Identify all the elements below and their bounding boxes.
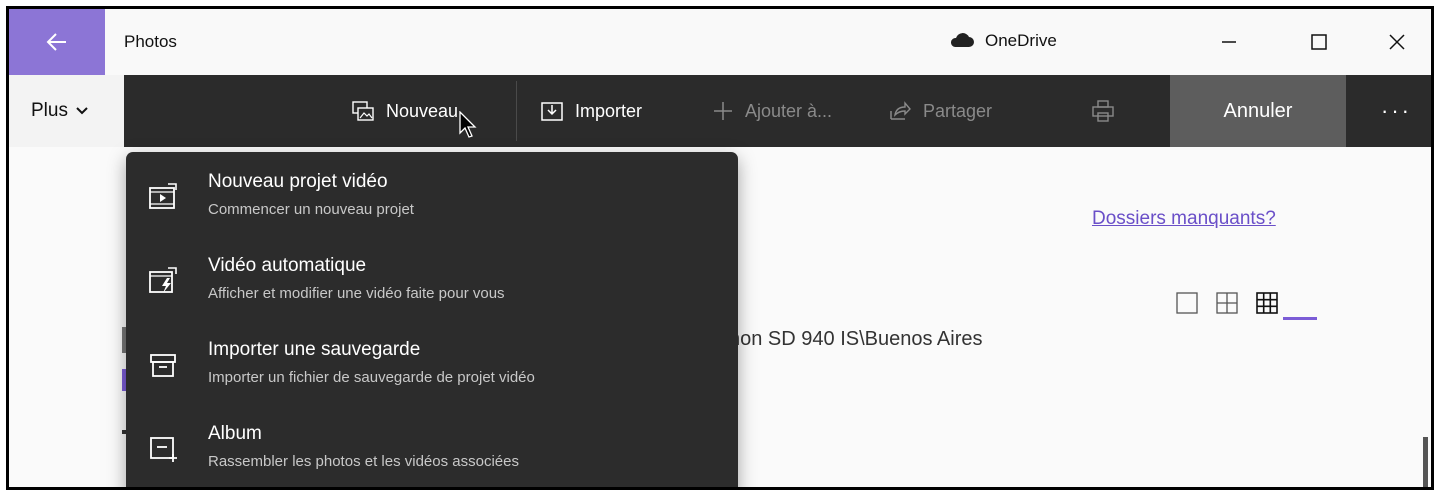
mouse-cursor-icon	[459, 111, 477, 139]
album-add-icon	[148, 434, 178, 464]
vertical-scrollbar[interactable]	[1423, 437, 1428, 487]
cloud-icon	[949, 33, 975, 49]
add-to-button[interactable]: Ajouter à...	[713, 75, 832, 147]
medium-view-icon[interactable]	[1216, 292, 1238, 314]
menu-item-album[interactable]: Album Rassembler les photos et les vidéo…	[126, 404, 738, 487]
back-arrow-icon	[46, 32, 68, 52]
menu-item-auto-video[interactable]: Vidéo automatique Afficher et modifier u…	[126, 236, 738, 320]
nouveau-label: Nouveau	[386, 100, 459, 121]
view-size-switcher	[1176, 292, 1278, 314]
new-media-icon	[352, 101, 374, 121]
title-bar: Photos OneDrive	[9, 9, 1431, 75]
command-bar: Plus Nouveau Importer Ajouter à... Parta…	[9, 75, 1431, 147]
archive-box-icon	[148, 350, 178, 380]
small-view-icon[interactable]	[1256, 292, 1278, 314]
large-view-icon[interactable]	[1176, 292, 1198, 314]
importer-label: Importer	[575, 100, 643, 121]
menu-item-title: Importer une sauvegarde	[208, 339, 421, 360]
menu-item-title: Nouveau projet vidéo	[208, 171, 388, 192]
menu-item-title: Album	[208, 423, 262, 444]
share-label: Partager	[923, 100, 993, 121]
add-to-label: Ajouter à...	[745, 100, 833, 121]
maximize-icon	[1310, 33, 1328, 51]
menu-item-subtitle: Afficher et modifier une vidéo faite pou…	[208, 285, 505, 302]
app-title: Photos	[124, 32, 177, 51]
close-icon	[1388, 33, 1406, 51]
nouveau-menu: Nouveau projet vidéo Commencer un nouvea…	[126, 152, 738, 487]
nouveau-button[interactable]: Nouveau	[352, 75, 458, 147]
menu-item-subtitle: Commencer un nouveau projet	[208, 201, 414, 218]
plus-label: Plus	[31, 100, 68, 121]
menu-item-subtitle: Importer un fichier de sauvegarde de pro…	[208, 369, 535, 386]
folder-path: non SD 940 IS\Buenos Aires	[729, 328, 983, 350]
menu-item-title: Vidéo automatique	[208, 255, 367, 276]
more-options-button[interactable]: ···	[1359, 75, 1431, 147]
video-project-icon	[148, 182, 178, 212]
chevron-down-icon	[76, 107, 88, 115]
close-button[interactable]	[1357, 9, 1431, 75]
minimize-icon	[1220, 33, 1238, 51]
share-button[interactable]: Partager	[889, 75, 992, 147]
importer-button[interactable]: Importer	[541, 75, 642, 147]
back-button[interactable]	[9, 9, 105, 75]
plus-icon	[713, 101, 733, 121]
plus-dropdown[interactable]: Plus	[9, 75, 124, 147]
share-icon	[889, 101, 911, 121]
onedrive-status[interactable]: OneDrive	[949, 31, 1057, 51]
active-view-indicator	[1283, 317, 1317, 320]
cancel-button[interactable]: Annuler	[1170, 75, 1346, 147]
toolbar-divider	[516, 81, 517, 141]
import-icon	[541, 101, 563, 121]
onedrive-label: OneDrive	[985, 31, 1057, 50]
missing-folders-link[interactable]: Dossiers manquants?	[1092, 208, 1276, 230]
minimize-button[interactable]	[1189, 9, 1269, 75]
menu-item-new-video-project[interactable]: Nouveau projet vidéo Commencer un nouvea…	[126, 152, 738, 236]
menu-item-import-backup[interactable]: Importer une sauvegarde Importer un fich…	[126, 320, 738, 404]
maximize-button[interactable]	[1279, 9, 1359, 75]
print-button[interactable]	[1092, 75, 1114, 147]
app-window: Photos OneDrive Plus Nouveau Importer Aj…	[6, 6, 1434, 490]
auto-video-icon	[148, 266, 178, 296]
menu-item-subtitle: Rassembler les photos et les vidéos asso…	[208, 453, 519, 470]
printer-icon	[1092, 100, 1114, 122]
